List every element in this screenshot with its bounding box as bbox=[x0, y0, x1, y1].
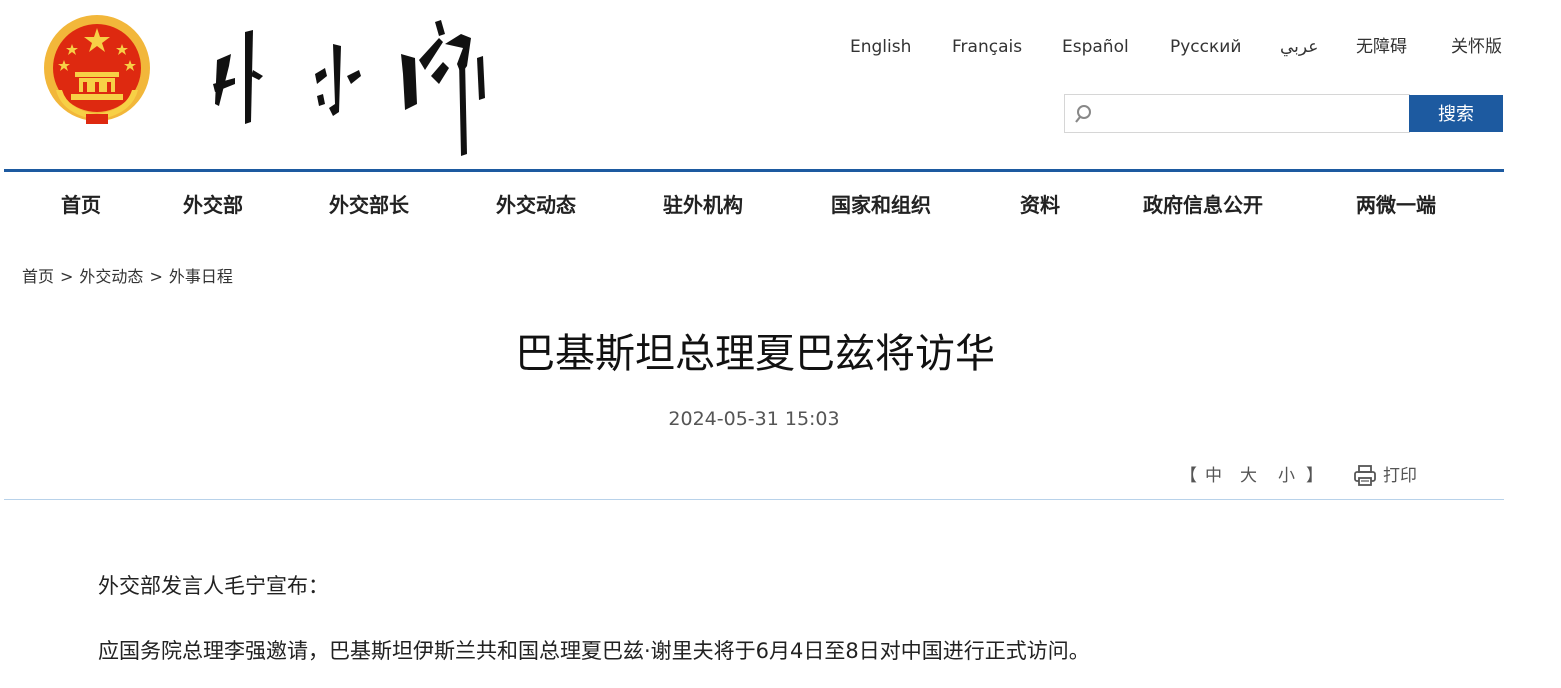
search-input[interactable] bbox=[1101, 99, 1405, 129]
font-size-bracket-open: 【 bbox=[1180, 466, 1197, 486]
nav-item-minister[interactable]: 外交部长 bbox=[329, 190, 409, 220]
lang-english-link[interactable]: English bbox=[850, 35, 911, 59]
article-divider bbox=[4, 499, 1504, 500]
breadcrumb-separator: > bbox=[60, 267, 74, 286]
lang-spanish-link[interactable]: Español bbox=[1062, 35, 1129, 59]
nav-item-social-media[interactable]: 两微一端 bbox=[1356, 190, 1436, 220]
breadcrumb-home[interactable]: 首页 bbox=[22, 267, 54, 286]
article-title: 巴基斯坦总理夏巴兹将访华 bbox=[515, 331, 995, 377]
breadcrumb-separator: > bbox=[149, 267, 163, 286]
article-date: 2024-05-31 15:03 bbox=[668, 408, 840, 430]
search-box bbox=[1064, 94, 1410, 133]
lang-arabic-link[interactable]: عربي bbox=[1280, 35, 1318, 59]
accessibility-link[interactable]: 无障碍 bbox=[1356, 35, 1407, 59]
font-size-bracket-close: 】 bbox=[1306, 466, 1323, 486]
nav-item-resources[interactable]: 资料 bbox=[1020, 190, 1060, 220]
search-icon bbox=[1075, 105, 1091, 123]
site-search: 搜索 bbox=[1064, 94, 1504, 133]
lang-russian-link[interactable]: Русский bbox=[1170, 35, 1241, 59]
printer-icon bbox=[1354, 465, 1376, 486]
elderly-care-version-link[interactable]: 关怀版 bbox=[1451, 35, 1502, 59]
nav-item-missions-abroad[interactable]: 驻外机构 bbox=[663, 190, 743, 220]
national-emblem-logo bbox=[44, 15, 150, 124]
print-label: 打印 bbox=[1383, 466, 1417, 486]
nav-top-rule bbox=[4, 169, 1504, 172]
article-paragraph: 应国务院总理李强邀请，巴基斯坦伊斯兰共和国总理夏巴兹·谢里夫将于6月4日至8日对… bbox=[98, 639, 1090, 663]
language-bar: English Français Español Русский عربي 无障… bbox=[0, 35, 1561, 59]
nav-item-ministry[interactable]: 外交部 bbox=[183, 190, 243, 220]
article-paragraph: 外交部发言人毛宁宣布： bbox=[98, 574, 329, 598]
font-size-large-button[interactable]: 大 bbox=[1240, 464, 1257, 488]
lang-french-link[interactable]: Français bbox=[952, 35, 1022, 59]
nav-item-diplomatic-news[interactable]: 外交动态 bbox=[496, 190, 576, 220]
font-size-medium-button[interactable]: 中 bbox=[1205, 464, 1222, 488]
breadcrumb-diplomatic-news[interactable]: 外交动态 bbox=[79, 267, 143, 286]
nav-item-gov-info[interactable]: 政府信息公开 bbox=[1143, 190, 1263, 220]
breadcrumb-foreign-affairs-schedule[interactable]: 外事日程 bbox=[169, 267, 233, 286]
nav-item-countries-orgs[interactable]: 国家和组织 bbox=[831, 190, 931, 220]
font-size-small-button[interactable]: 小 bbox=[1278, 464, 1295, 488]
breadcrumb: 首页 > 外交动态 > 外事日程 bbox=[22, 266, 233, 288]
nav-item-home[interactable]: 首页 bbox=[61, 190, 101, 220]
search-button[interactable]: 搜索 bbox=[1409, 95, 1503, 132]
